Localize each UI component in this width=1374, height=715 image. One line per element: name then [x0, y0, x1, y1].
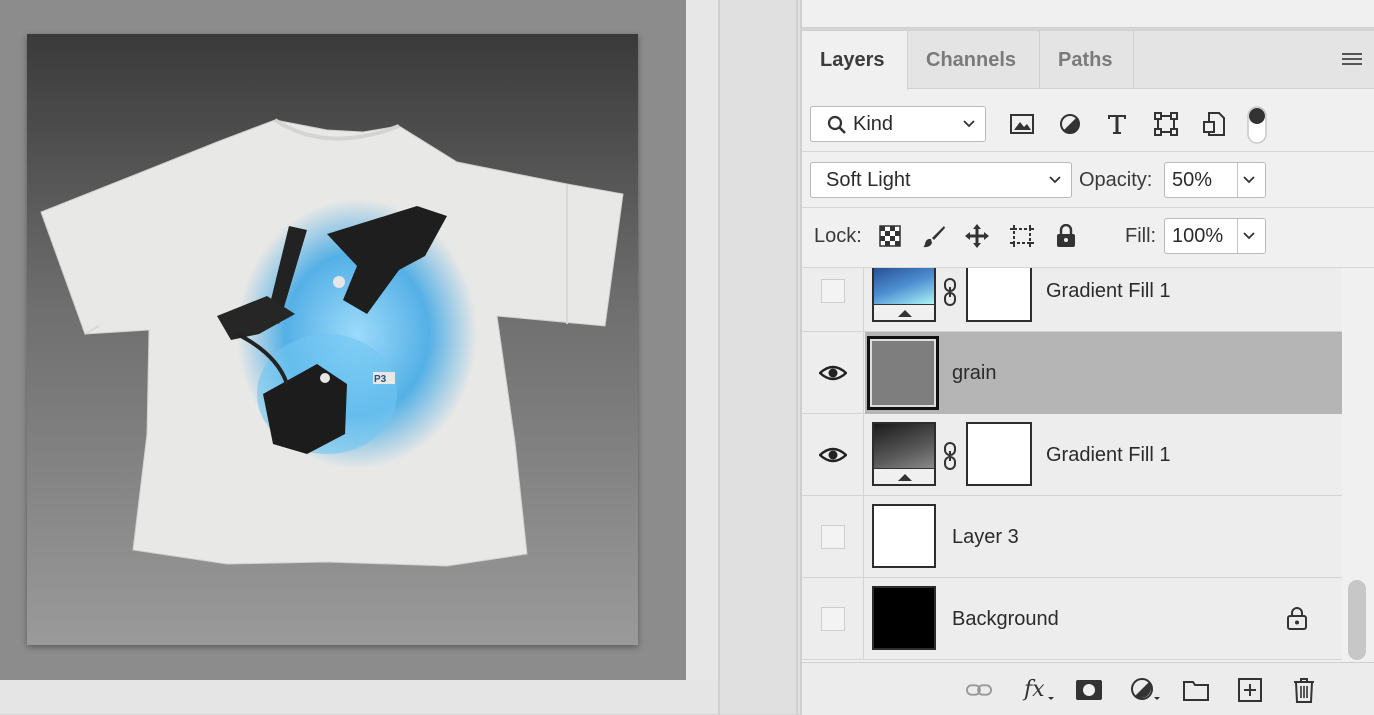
layer-name[interactable]: Background	[952, 578, 1059, 660]
mask-link-icon[interactable]	[942, 442, 958, 470]
opacity-field[interactable]: 50%	[1164, 162, 1266, 198]
visibility-toggle[interactable]	[802, 268, 864, 332]
delete-layer-icon[interactable]	[1291, 677, 1317, 703]
layers-footer-toolbar: fx	[802, 662, 1374, 715]
group-folder-icon[interactable]	[1183, 677, 1209, 703]
fx-icon[interactable]: fx	[1022, 677, 1056, 703]
mask-link-icon[interactable]	[942, 278, 958, 306]
layer-thumbnail[interactable]	[872, 504, 936, 568]
separator	[802, 151, 1374, 152]
layer-lock-icon[interactable]	[1286, 606, 1308, 630]
add-mask-icon[interactable]	[1076, 677, 1102, 703]
layer-row-layer-3[interactable]: Layer 3	[802, 496, 1342, 578]
vertical-scrollbar-track[interactable]	[686, 0, 718, 680]
shape-filter-icon[interactable]	[1152, 110, 1180, 138]
lock-position-icon[interactable]	[963, 222, 991, 250]
lock-all-icon[interactable]	[1052, 222, 1080, 250]
type-filter-icon[interactable]	[1103, 110, 1131, 138]
horizontal-scrollbar-track[interactable]	[0, 680, 718, 714]
layers-scrollbar[interactable]	[1348, 268, 1368, 662]
fill-field[interactable]: 100%	[1164, 218, 1266, 254]
tab-layers[interactable]: Layers	[802, 31, 908, 90]
layer-name[interactable]: grain	[952, 332, 996, 414]
svg-text:fx: fx	[1022, 677, 1045, 702]
layer-thumbnail[interactable]	[872, 268, 936, 322]
lock-artboard-icon[interactable]	[1008, 222, 1036, 250]
new-layer-icon[interactable]	[1237, 677, 1263, 703]
layer-row-grain[interactable]: grain	[802, 332, 1342, 414]
filter-kind-label: Kind	[853, 113, 894, 135]
layers-list[interactable]: Gradient Fill 1 grain Gradient Fill 1 La…	[802, 268, 1342, 662]
visibility-off-box[interactable]	[821, 279, 845, 303]
blend-mode-select[interactable]: Soft Light	[810, 162, 1072, 198]
tshirt-artwork: P3	[40, 118, 624, 567]
layer-row-background[interactable]: Background	[802, 578, 1342, 660]
lock-label: Lock:	[814, 225, 862, 247]
eye-icon[interactable]	[819, 363, 847, 383]
link-layers-icon[interactable]	[966, 677, 992, 703]
image-filter-icon[interactable]	[1008, 110, 1036, 138]
layer-name[interactable]: Layer 3	[952, 496, 1019, 578]
layer-name[interactable]: Gradient Fill 1	[1046, 268, 1171, 332]
canvas-area[interactable]: P3	[0, 0, 686, 680]
fill-label: Fill:	[1125, 225, 1157, 247]
layers-panel: Layers Channels Paths Kind Soft Light Op…	[802, 30, 1374, 715]
layer-name[interactable]: Gradient Fill 1	[1046, 414, 1171, 496]
chevron-down-icon[interactable]	[1241, 227, 1257, 243]
opacity-label: Opacity:	[1079, 169, 1153, 191]
layer-row-gradient-fill-gray[interactable]: Gradient Fill 1	[802, 414, 1342, 496]
tab-paths[interactable]: Paths	[1040, 31, 1134, 89]
smart-object-filter-icon[interactable]	[1200, 110, 1228, 138]
document-canvas[interactable]: P3	[27, 34, 638, 645]
chevron-down-icon[interactable]	[1241, 171, 1257, 187]
layer-content[interactable]: grain	[865, 332, 1342, 414]
lock-transparent-pixels-icon[interactable]	[876, 222, 904, 250]
filter-kind-select[interactable]: Kind	[810, 106, 986, 142]
layer-content[interactable]: Gradient Fill 1	[865, 414, 1342, 496]
lock-image-pixels-icon[interactable]	[920, 222, 948, 250]
upper-panel-edge	[802, 0, 1374, 28]
separator	[802, 207, 1374, 208]
layer-thumbnail[interactable]	[872, 422, 936, 486]
layer-content[interactable]: Gradient Fill 1	[865, 268, 1342, 332]
search-icon	[827, 115, 846, 134]
layer-thumbnail[interactable]	[867, 336, 939, 410]
scrollbar-thumb[interactable]	[1348, 580, 1366, 660]
layer-thumbnail[interactable]	[872, 586, 936, 650]
visibility-toggle[interactable]	[802, 414, 864, 496]
filter-toggle-icon[interactable]	[1246, 106, 1268, 144]
visibility-toggle[interactable]	[802, 332, 864, 414]
layer-mask-thumbnail[interactable]	[966, 268, 1032, 322]
panel-dock-gutter	[718, 0, 802, 714]
visibility-toggle[interactable]	[802, 496, 864, 578]
p3-logo-text: P3	[374, 374, 387, 385]
opacity-value[interactable]: 50%	[1172, 169, 1212, 191]
tab-channels[interactable]: Channels	[908, 31, 1040, 89]
fill-value[interactable]: 100%	[1172, 225, 1223, 247]
adjustment-filter-icon[interactable]	[1056, 110, 1084, 138]
layer-row-gradient-fill-blue[interactable]: Gradient Fill 1	[802, 268, 1342, 332]
panel-tabs: Layers Channels Paths	[802, 31, 1374, 90]
eye-icon[interactable]	[819, 445, 847, 465]
chevron-down-icon	[963, 120, 975, 128]
layer-content[interactable]: Background	[865, 578, 1342, 660]
blend-mode-value: Soft Light	[826, 169, 911, 191]
visibility-off-box[interactable]	[821, 525, 845, 549]
layer-content[interactable]: Layer 3	[865, 496, 1342, 578]
visibility-off-box[interactable]	[821, 607, 845, 631]
chevron-down-icon	[1049, 176, 1061, 184]
adjustment-layer-icon[interactable]	[1130, 677, 1162, 703]
visibility-toggle[interactable]	[802, 578, 864, 660]
layer-mask-thumbnail[interactable]	[966, 422, 1032, 486]
panel-menu-icon[interactable]	[1342, 53, 1362, 67]
